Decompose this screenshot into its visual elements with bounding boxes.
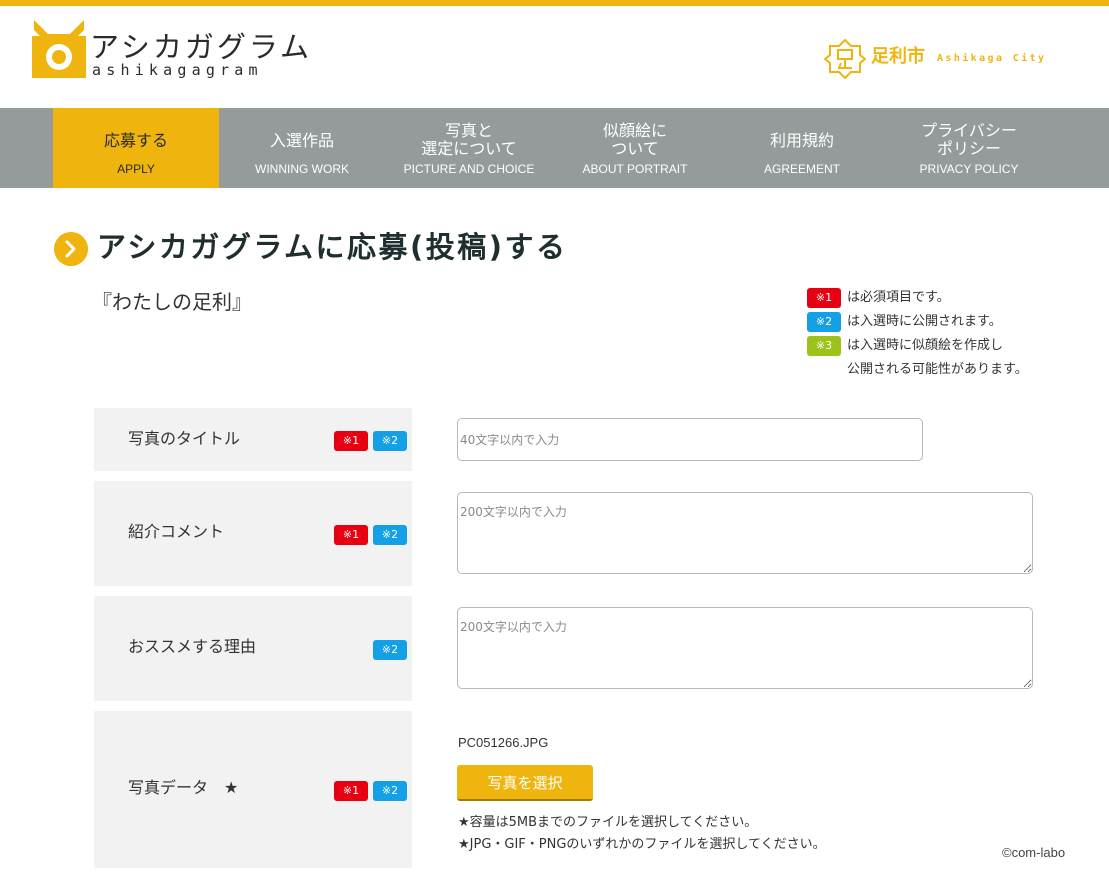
public-badge: ※2 xyxy=(373,525,407,545)
selected-filename: PC051266.JPG xyxy=(458,735,549,750)
comment-label-cell: 紹介コメント ※1 ※2 xyxy=(94,481,412,586)
required-badge: ※1 xyxy=(334,781,368,801)
nav-label-line1: 写真と xyxy=(444,121,493,140)
badge-legend: ※1 は必須項目です。 ※2 は入選時に公開されます。 ※3 は入選時に似顔絵を… xyxy=(807,288,1107,377)
field-label: 写真のタイトル xyxy=(128,429,241,448)
required-badge: ※1 xyxy=(334,431,368,451)
legend-text: は必須項目です。 xyxy=(847,290,950,305)
chevron-right-icon xyxy=(54,232,88,266)
nav-label-en: WINNING WORK xyxy=(255,162,349,176)
nav-winning-work[interactable]: 入選作品 WINNING WORK xyxy=(219,108,385,188)
photo-title-input[interactable] xyxy=(457,418,923,461)
nav-label: 応募する xyxy=(103,131,168,150)
public-badge: ※2 xyxy=(807,312,841,332)
portrait-badge: ※3 xyxy=(807,336,841,356)
page-title: アシカガグラムに応募(投稿)する xyxy=(97,230,568,264)
public-badge: ※2 xyxy=(373,781,407,801)
public-badge: ※2 xyxy=(373,431,407,451)
nav-label: 入選作品 xyxy=(269,131,334,150)
logo-title: アシカガグラム xyxy=(90,30,312,64)
city-emblem-icon xyxy=(824,38,866,80)
comment-textarea[interactable] xyxy=(457,492,1033,574)
legend-text: 公開される可能性があります。 xyxy=(847,362,1028,377)
reason-label-cell: おススメする理由 ※2 xyxy=(94,596,412,701)
city-name: 足利市 xyxy=(871,46,925,67)
nav-agreement[interactable]: 利用規約 AGREEMENT xyxy=(719,108,885,188)
camera-logo-icon xyxy=(32,20,86,78)
nav-label-en: ABOUT PORTRAIT xyxy=(582,162,688,176)
city-logo[interactable]: 足利市 Ashikaga City xyxy=(824,38,1064,82)
site-logo[interactable]: アシカガグラム ashikagagram xyxy=(32,20,332,85)
nav-label-line1: 似顔絵に xyxy=(602,121,667,140)
nav-label-line2: ついて xyxy=(611,139,659,158)
field-label: おススメする理由 xyxy=(128,637,257,656)
file-type-note: ★JPG・GIF・PNGのいずれかのファイルを選択してください。 xyxy=(458,837,826,852)
nav-apply[interactable]: 応募する APPLY xyxy=(53,108,219,188)
nav-privacy-policy[interactable]: プライバシー ポリシー PRIVACY POLICY xyxy=(886,108,1052,188)
nav-label-en: PRIVACY POLICY xyxy=(919,162,1019,176)
nav-label-en: PICTURE AND CHOICE xyxy=(403,162,535,176)
nav-label-en: APPLY xyxy=(117,162,155,176)
legend-text: は入選時に公開されます。 xyxy=(847,314,1002,329)
field-label: 写真データ ★ xyxy=(128,778,239,797)
nav-label-line2: ポリシー xyxy=(936,139,1001,158)
nav-about-portrait[interactable]: 似顔絵に ついて ABOUT PORTRAIT xyxy=(552,108,718,188)
page-subtitle: 『わたしの足利』 xyxy=(92,290,252,314)
logo-subtitle: ashikagagram xyxy=(92,61,263,79)
nav-label: 利用規約 xyxy=(769,131,834,150)
nav-label-en: AGREEMENT xyxy=(763,162,840,176)
photo-label-cell: 写真データ ★ ※1 ※2 xyxy=(94,711,412,868)
reason-textarea[interactable] xyxy=(457,607,1033,689)
required-badge: ※1 xyxy=(807,288,841,308)
field-label: 紹介コメント xyxy=(128,522,225,541)
public-badge: ※2 xyxy=(373,640,407,660)
required-badge: ※1 xyxy=(334,525,368,545)
legend-text: は入選時に似顔絵を作成し xyxy=(847,338,1004,353)
title-label-cell: 写真のタイトル ※1 ※2 xyxy=(94,408,412,471)
nav-label-line2: 選定について xyxy=(421,139,517,158)
city-name-en: Ashikaga City xyxy=(937,53,1047,64)
file-size-note: ★容量は5MBまでのファイルを選択してください。 xyxy=(458,815,758,830)
nav-label-line1: プライバシー xyxy=(921,121,1017,140)
nav-picture-and-choice[interactable]: 写真と 選定について PICTURE AND CHOICE xyxy=(386,108,552,188)
copyright: ©com-labo xyxy=(1002,845,1066,860)
top-accent-bar xyxy=(0,0,1109,6)
select-photo-button[interactable]: 写真を選択 xyxy=(457,765,593,801)
main-navigation: 応募する APPLY 入選作品 WINNING WORK 写真と 選定について … xyxy=(0,108,1109,188)
